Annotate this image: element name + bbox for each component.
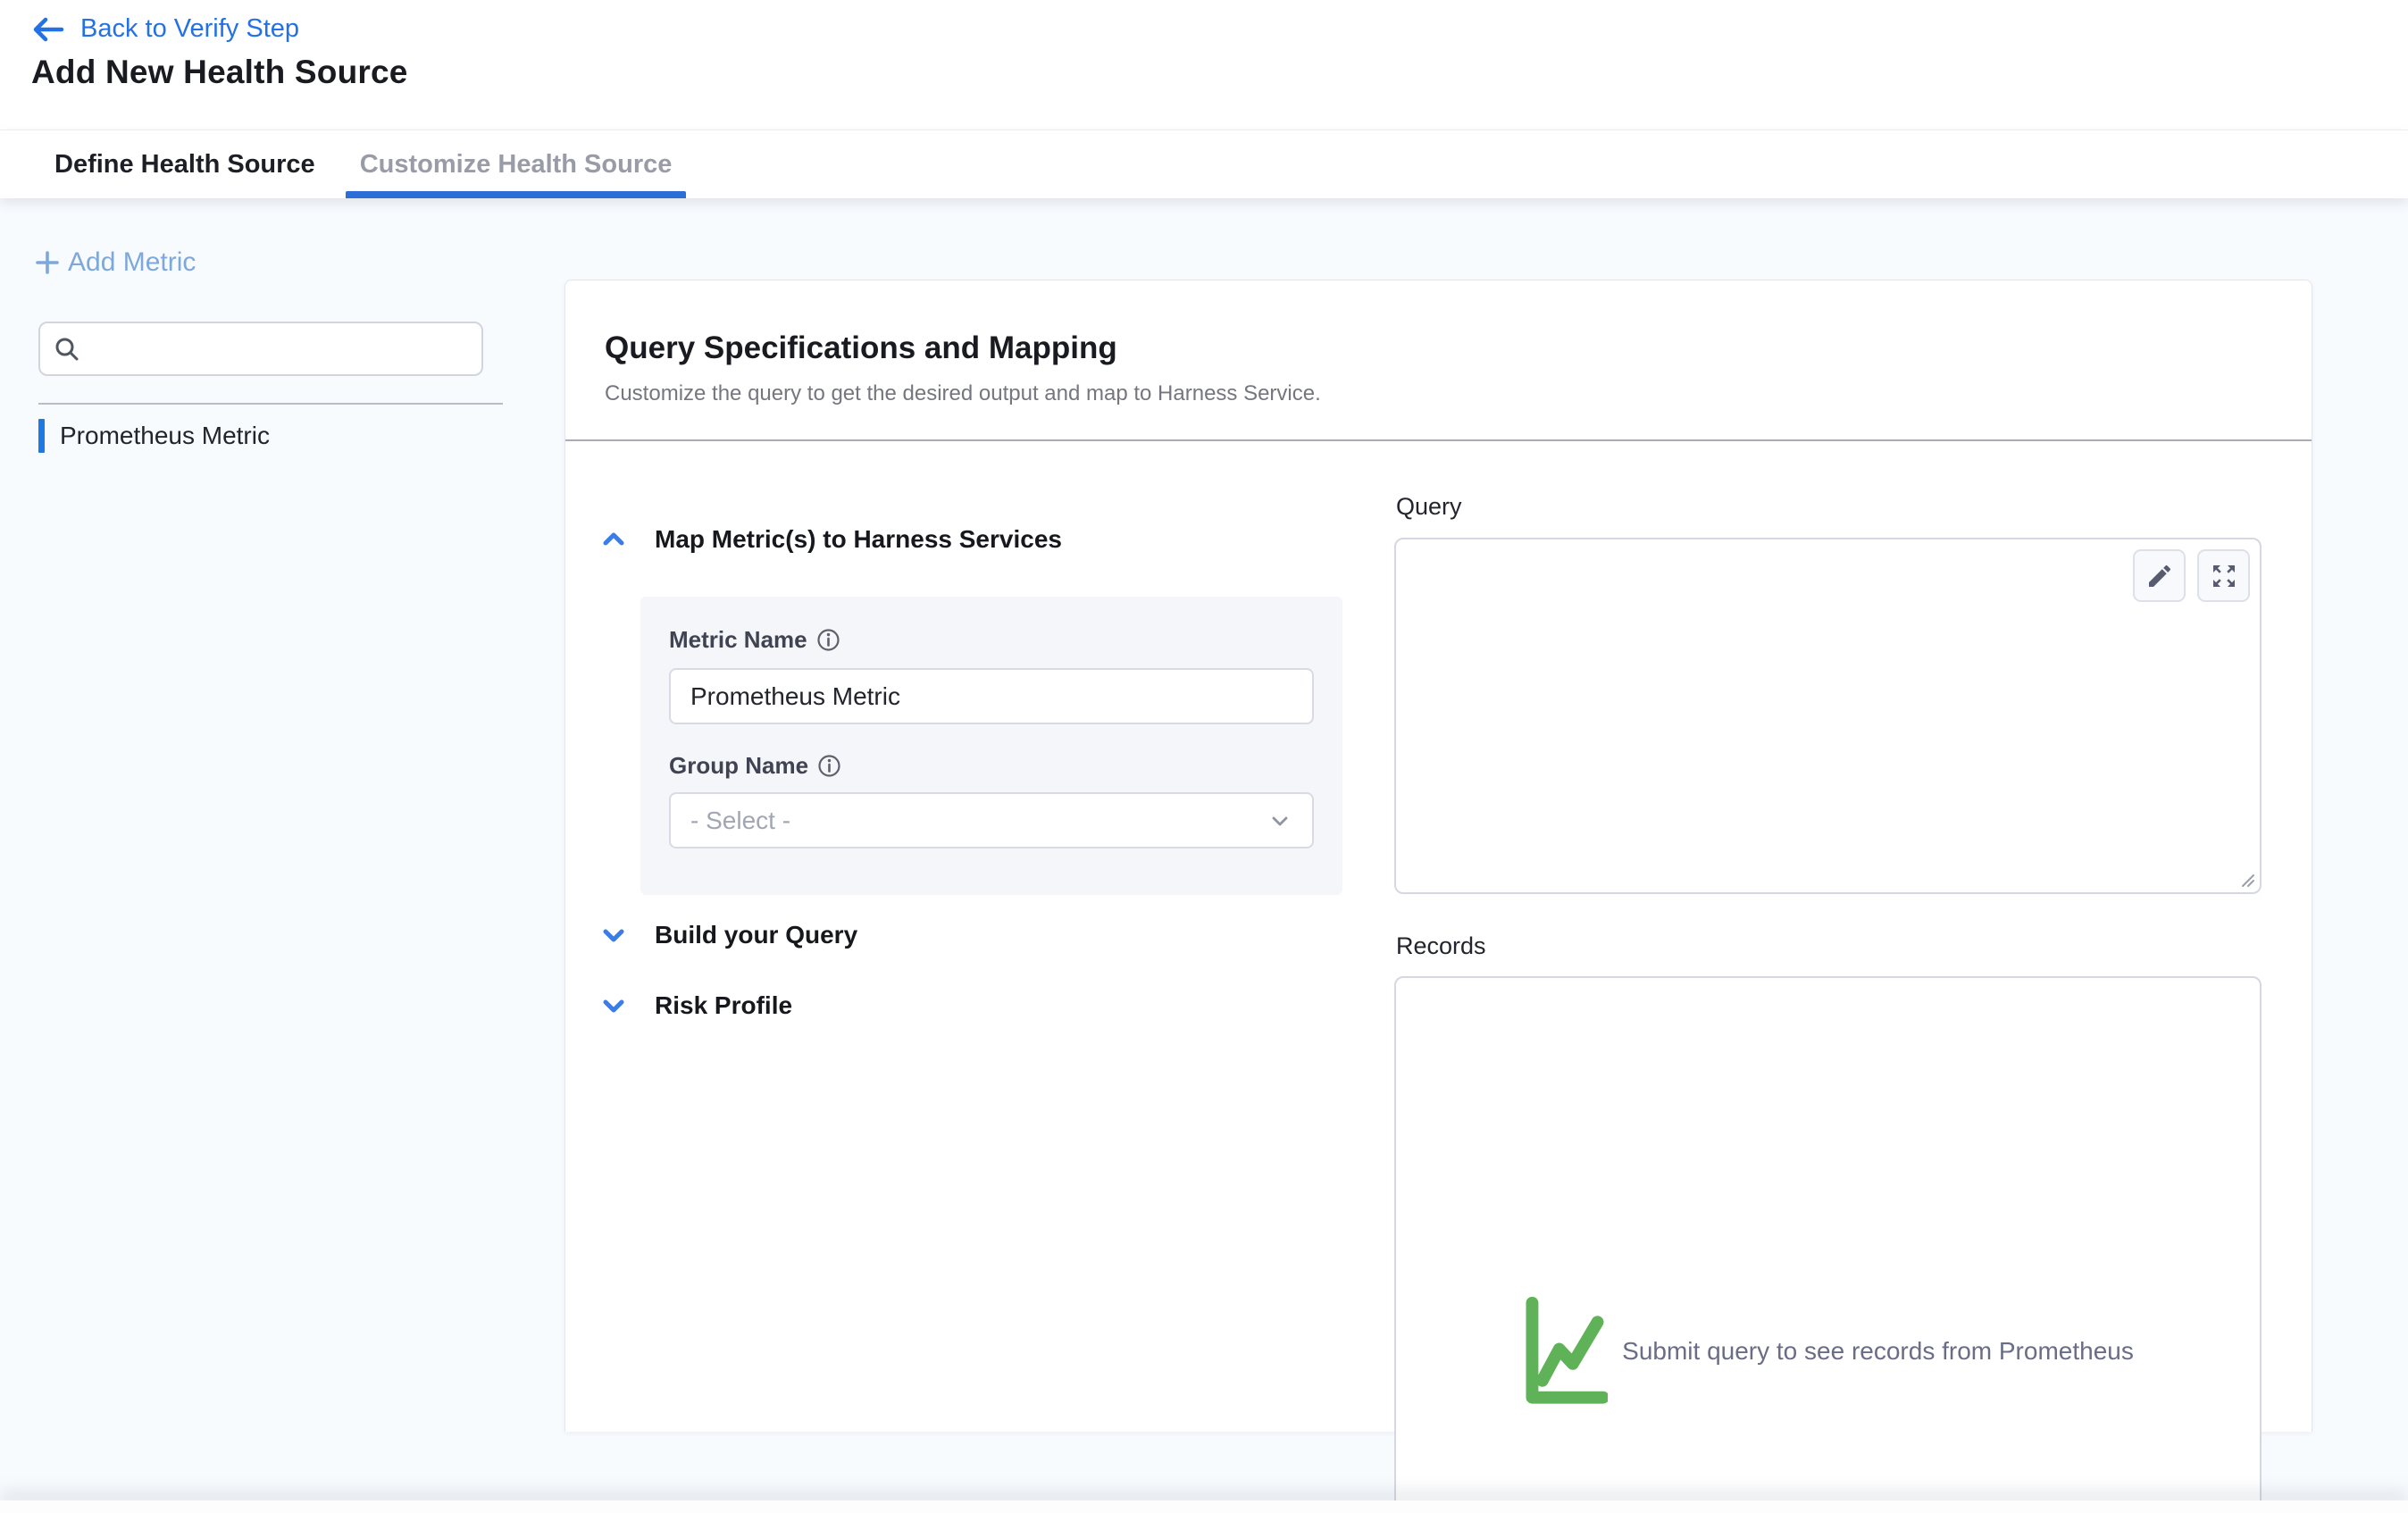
records-panel: Submit query to see records from Prometh… bbox=[1394, 976, 2262, 1513]
section-risk-profile[interactable]: Risk Profile bbox=[599, 991, 792, 1020]
add-metric-label: Add Metric bbox=[68, 247, 196, 278]
tab-label: Define Health Source bbox=[54, 150, 315, 180]
map-metric-form-card: Metric Name Group Name bbox=[640, 597, 1342, 895]
panel-title: Query Specifications and Mapping bbox=[605, 330, 2272, 366]
pencil-icon bbox=[2145, 562, 2174, 590]
add-metric-button[interactable]: Add Metric bbox=[34, 247, 196, 278]
query-specifications-panel: Query Specifications and Mapping Customi… bbox=[564, 280, 2312, 1432]
query-label: Query bbox=[1396, 493, 1462, 522]
section-label: Build your Query bbox=[655, 921, 857, 949]
page-title: Add New Health Source bbox=[31, 54, 408, 91]
edit-query-button[interactable] bbox=[2133, 549, 2186, 602]
query-textarea[interactable] bbox=[1394, 538, 2262, 894]
records-empty-text: Submit query to see records from Prometh… bbox=[1622, 1337, 2134, 1366]
records-label: Records bbox=[1396, 932, 1486, 961]
section-label: Risk Profile bbox=[655, 991, 792, 1020]
sidebar-divider bbox=[38, 403, 503, 405]
back-arrow-icon bbox=[32, 16, 64, 43]
content-area: Add Metric Prometheus Metric Query Speci… bbox=[0, 198, 2408, 1513]
search-icon bbox=[53, 335, 81, 364]
back-link-label: Back to Verify Step bbox=[80, 14, 299, 44]
panel-head-divider bbox=[565, 439, 2312, 441]
selected-indicator bbox=[38, 419, 45, 453]
tab-customize-health-source[interactable]: Customize Health Source bbox=[360, 130, 673, 198]
tab-bar: Define Health Source Customize Health So… bbox=[0, 130, 2408, 198]
add-new-health-source-screen: Back to Verify Step Add New Health Sourc… bbox=[0, 0, 2408, 1513]
line-chart-icon bbox=[1522, 1295, 1608, 1408]
metric-item-label: Prometheus Metric bbox=[60, 422, 270, 450]
fullscreen-icon bbox=[2210, 562, 2238, 590]
footer-bar bbox=[0, 1500, 2408, 1513]
search-input[interactable] bbox=[90, 334, 469, 364]
info-icon[interactable] bbox=[817, 754, 841, 778]
query-actions bbox=[2133, 549, 2250, 602]
resize-handle[interactable] bbox=[2236, 868, 2255, 888]
metric-name-label-row: Metric Name bbox=[669, 626, 1314, 653]
metric-list-item[interactable]: Prometheus Metric bbox=[38, 419, 270, 453]
panel-head: Query Specifications and Mapping Customi… bbox=[565, 280, 2312, 406]
back-link[interactable]: Back to Verify Step bbox=[32, 14, 299, 44]
expand-query-button[interactable] bbox=[2197, 549, 2250, 602]
chevron-up-icon bbox=[599, 525, 628, 554]
group-name-label-row: Group Name bbox=[669, 752, 1314, 779]
active-tab-indicator bbox=[346, 191, 687, 198]
info-icon[interactable] bbox=[816, 628, 840, 652]
tab-label: Customize Health Source bbox=[360, 150, 673, 180]
section-map-metrics[interactable]: Map Metric(s) to Harness Services bbox=[599, 525, 1062, 554]
metric-name-input[interactable] bbox=[669, 668, 1314, 724]
section-label: Map Metric(s) to Harness Services bbox=[655, 525, 1062, 554]
panel-subtitle: Customize the query to get the desired o… bbox=[605, 381, 2272, 406]
page-header: Back to Verify Step Add New Health Sourc… bbox=[0, 0, 2408, 130]
select-placeholder: - Select - bbox=[690, 807, 790, 835]
chevron-down-icon bbox=[599, 991, 628, 1020]
plus-icon bbox=[34, 249, 61, 276]
chevron-down-icon bbox=[599, 921, 628, 949]
metric-search bbox=[38, 322, 483, 376]
tab-define-health-source[interactable]: Define Health Source bbox=[54, 130, 315, 198]
group-name-label: Group Name bbox=[669, 752, 808, 780]
group-name-select[interactable]: - Select - bbox=[669, 792, 1314, 848]
chevron-down-icon bbox=[1267, 808, 1292, 833]
section-build-your-query[interactable]: Build your Query bbox=[599, 921, 857, 949]
metric-name-label: Metric Name bbox=[669, 626, 807, 654]
